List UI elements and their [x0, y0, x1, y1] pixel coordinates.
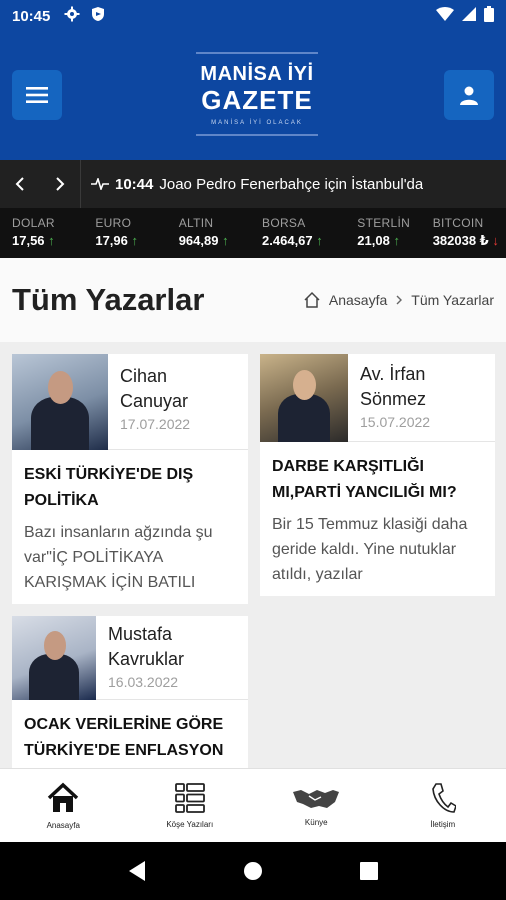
market-name: BITCOIN — [432, 216, 484, 230]
author-name: Av. İrfan Sönmez — [360, 364, 427, 409]
arrow-up-icon: ↑ — [316, 233, 323, 248]
home-icon — [48, 782, 79, 812]
arrow-up-icon: ↑ — [131, 233, 139, 248]
news-ticker: 10:44 Joao Pedro Fenerbahçe için İstanbu… — [0, 160, 506, 208]
handshake-icon — [293, 790, 340, 808]
author-name: Cihan Canuyar — [120, 366, 189, 411]
arrow-up-icon: ↑ — [222, 233, 229, 248]
author-card[interactable]: Cihan Canuyar 17.07.2022 ESKİ TÜRKİYE'DE… — [12, 354, 248, 604]
market-value: 382038 ₺ — [432, 233, 489, 248]
nav-label: Künye — [304, 818, 328, 827]
logo-line1: MANİSA İYİ — [200, 63, 314, 85]
page-title: Tüm Yazarlar — [12, 282, 205, 317]
nav-item-kose-yazilari[interactable]: Köşe Yazıları — [127, 769, 254, 842]
market-value: 17,56 — [12, 233, 45, 248]
home-outline-icon — [304, 291, 320, 308]
chevron-left-icon — [15, 177, 24, 191]
market-item-bitcoin: BITCOIN 382038 ₺ ↓ — [421, 208, 506, 258]
user-button[interactable] — [444, 70, 494, 120]
signal-icon — [462, 6, 476, 26]
author-photo — [12, 354, 108, 450]
ticker-time: 10:44 — [115, 175, 154, 193]
market-name: BORSA — [262, 216, 306, 230]
market-name: ALTIN — [178, 216, 214, 230]
nav-label: Anasayfa — [46, 821, 80, 830]
article-title: OCAK VERİLERİNE GÖRE TÜRKİYE'DE ENFLASYO… — [24, 716, 224, 759]
status-time: 10:45 — [12, 7, 51, 25]
arrow-up-icon: ↑ — [48, 233, 55, 248]
article-date: 17.07.2022 — [120, 416, 191, 432]
ticker-prev-button[interactable] — [0, 160, 40, 208]
app-header: MANİSA İYİ GAZETE MANİSA İYİ OLACAK — [0, 32, 506, 160]
article-date: 16.03.2022 — [108, 674, 179, 690]
ticker-next-button[interactable] — [40, 160, 80, 208]
market-name: EURO — [95, 216, 132, 230]
list-icon — [174, 783, 205, 813]
article-date: 15.07.2022 — [360, 414, 431, 430]
article-excerpt: Bazı insanların ağzında şu var"İÇ POLİTİ… — [24, 524, 213, 591]
battery-icon — [484, 5, 494, 27]
market-value: 964,89 — [178, 233, 219, 248]
hamburger-icon — [26, 87, 48, 103]
article-excerpt: Bir 15 Temmuz klasiği daha geride kaldı.… — [272, 516, 468, 583]
chevron-right-icon — [396, 295, 403, 305]
author-card[interactable]: Av. İrfan Sönmez 15.07.2022 DARBE KARŞIT… — [260, 354, 495, 596]
author-grid: Cihan Canuyar 17.07.2022 ESKİ TÜRKİYE'DE… — [0, 342, 506, 768]
bottom-navigation: Anasayfa Köşe Yazıları Künye İletişim — [0, 768, 506, 842]
article-title: ESKİ TÜRKİYE'DE DIŞ POLİTİKA — [24, 466, 194, 509]
market-item-borsa: BORSA 2.464,67 ↑ — [250, 208, 345, 258]
wifi-icon — [436, 6, 454, 26]
logo-tagline: MANİSA İYİ OLACAK — [211, 120, 303, 126]
market-value: 21,08 — [357, 233, 390, 248]
system-navigation-bar — [0, 842, 506, 900]
author-photo — [12, 616, 96, 700]
breadcrumb-home-link[interactable]: Anasayfa — [329, 292, 387, 308]
arrow-down-icon: ↓ — [492, 233, 499, 248]
shield-icon — [90, 6, 106, 27]
market-value: 2.464,67 — [262, 233, 313, 248]
nav-item-kunye[interactable]: Künye — [253, 769, 380, 842]
market-name: DOLAR — [12, 216, 55, 230]
user-icon — [460, 86, 478, 105]
menu-button[interactable] — [12, 70, 62, 120]
arrow-up-icon: ↑ — [393, 233, 400, 248]
recents-icon[interactable] — [359, 861, 379, 881]
market-item-altin: ALTIN 964,89 ↑ — [167, 208, 250, 258]
nav-label: Köşe Yazıları — [166, 820, 214, 829]
market-item-dolar: DOLAR 17,56 ↑ — [0, 208, 83, 258]
home-circle-icon[interactable] — [242, 860, 264, 882]
nav-item-anasayfa[interactable]: Anasayfa — [0, 769, 127, 842]
chevron-right-icon — [56, 177, 65, 191]
logo-line2: GAZETE — [201, 85, 313, 115]
author-photo — [260, 354, 348, 442]
ticker-headline: Joao Pedro Fenerbahçe için İstanbul'da — [159, 175, 424, 193]
market-item-euro: EURO 17,96 ↑ — [83, 208, 166, 258]
author-name: Mustafa Kavruklar — [108, 624, 185, 669]
nav-label: İletişim — [430, 820, 456, 829]
market-item-sterlin: STERLİN 21,08 ↑ — [345, 208, 420, 258]
market-name: STERLİN — [357, 216, 411, 230]
site-logo[interactable]: MANİSA İYİ GAZETE MANİSA İYİ OLACAK — [196, 52, 318, 136]
market-value: 17,96 — [95, 233, 128, 248]
article-title: DARBE KARŞITLIĞI MI,PARTİ YANCILIĞI MI? — [272, 458, 457, 501]
settings-icon — [64, 6, 80, 27]
pulse-icon — [91, 178, 109, 190]
author-card[interactable]: Mustafa Kavruklar 16.03.2022 OCAK VERİLE… — [12, 616, 248, 768]
page-title-row: Tüm Yazarlar Anasayfa Tüm Yazarlar — [0, 258, 506, 342]
market-bar: DOLAR 17,56 ↑ EURO 17,96 ↑ ALTIN 964,89 … — [0, 208, 506, 258]
ticker-headline-link[interactable]: 10:44 Joao Pedro Fenerbahçe için İstanbu… — [81, 176, 423, 193]
back-icon[interactable] — [127, 860, 147, 882]
breadcrumb: Anasayfa Tüm Yazarlar — [303, 291, 494, 309]
status-bar: 10:45 — [0, 0, 506, 32]
nav-item-iletisim[interactable]: İletişim — [380, 769, 506, 842]
phone-icon — [431, 783, 456, 813]
breadcrumb-current: Tüm Yazarlar — [411, 292, 494, 308]
